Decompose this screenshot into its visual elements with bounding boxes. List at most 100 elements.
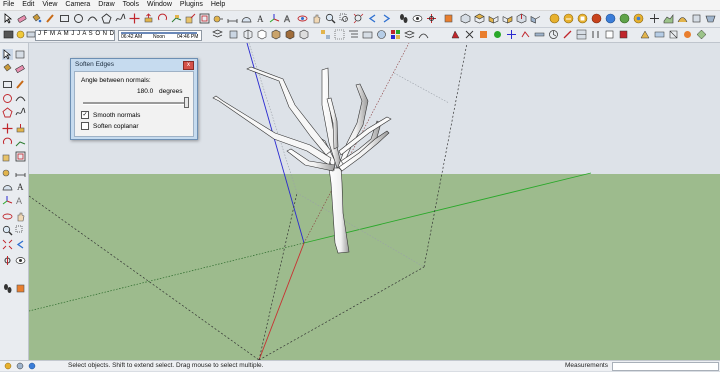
pan-2-icon[interactable] xyxy=(649,13,660,24)
shadow-time-slider[interactable]: 06:42 AM Noon 04:46 PM xyxy=(118,30,202,41)
rectangle-tool-icon[interactable] xyxy=(2,79,13,90)
plugin-2-icon[interactable] xyxy=(464,29,475,40)
smoove-icon[interactable] xyxy=(677,13,688,24)
help-icon[interactable] xyxy=(28,362,36,370)
rectangle-icon[interactable] xyxy=(59,13,70,24)
freehand-tool-icon[interactable] xyxy=(15,107,26,118)
push-pull-icon[interactable] xyxy=(143,13,154,24)
plugin-3-icon[interactable] xyxy=(478,29,489,40)
plugin-9-icon[interactable] xyxy=(562,29,573,40)
circle-icon[interactable] xyxy=(73,13,84,24)
push-pull-tool-icon[interactable] xyxy=(15,123,26,134)
plugin-14-icon[interactable] xyxy=(640,29,651,40)
group-icon[interactable] xyxy=(334,29,345,40)
freehand-icon[interactable] xyxy=(115,13,126,24)
zoom-window-tool-icon[interactable] xyxy=(15,225,26,236)
shaded-texture-icon[interactable] xyxy=(284,29,295,40)
angle-slider[interactable] xyxy=(83,102,187,105)
menu-help[interactable]: Help xyxy=(208,0,230,10)
scenes-icon[interactable] xyxy=(362,29,373,40)
wireframe-icon[interactable] xyxy=(242,29,253,40)
tape-tool-icon[interactable] xyxy=(2,167,13,178)
share-model-icon[interactable] xyxy=(563,13,574,24)
outliner-icon[interactable] xyxy=(348,29,359,40)
arc-icon[interactable] xyxy=(87,13,98,24)
dimension-tool-icon[interactable] xyxy=(15,167,26,178)
toggle-terrain-icon[interactable] xyxy=(619,13,630,24)
eraser-tool-icon[interactable] xyxy=(15,63,26,74)
dimension-icon[interactable] xyxy=(227,13,238,24)
scale-icon[interactable] xyxy=(185,13,196,24)
arc-tool-icon[interactable] xyxy=(15,93,26,104)
menu-file[interactable]: File xyxy=(0,0,19,10)
3d-text-tool-icon[interactable]: A xyxy=(15,195,26,206)
pencil-icon[interactable] xyxy=(45,13,56,24)
angle-slider-thumb[interactable] xyxy=(184,97,189,108)
plugin-17-icon[interactable] xyxy=(682,29,693,40)
polygon-tool-icon[interactable] xyxy=(2,107,13,118)
plugin-15-icon[interactable] xyxy=(654,29,665,40)
top-view-icon[interactable] xyxy=(474,13,485,24)
component-icon[interactable] xyxy=(320,29,331,40)
component-tool-icon[interactable] xyxy=(15,49,26,60)
plugin-18-icon[interactable] xyxy=(696,29,707,40)
pan-icon[interactable] xyxy=(311,13,322,24)
plugin-12-icon[interactable] xyxy=(604,29,615,40)
hidden-line-icon[interactable] xyxy=(256,29,267,40)
position-camera-tool-icon[interactable] xyxy=(2,255,13,266)
look-around-icon[interactable] xyxy=(412,13,423,24)
menu-camera[interactable]: Camera xyxy=(62,0,95,10)
axes-tool-icon[interactable] xyxy=(2,195,13,206)
warehouse-icon[interactable] xyxy=(549,13,560,24)
xray-icon[interactable] xyxy=(228,29,239,40)
protractor-icon[interactable] xyxy=(241,13,252,24)
left-view-icon[interactable] xyxy=(530,13,541,24)
smooth-normals-row[interactable]: ✓ Smooth normals xyxy=(81,111,140,119)
look-around-tool-icon[interactable] xyxy=(15,255,26,266)
plugin-13-icon[interactable] xyxy=(618,29,629,40)
plugin-1-icon[interactable] xyxy=(450,29,461,40)
plugin-5-icon[interactable] xyxy=(506,29,517,40)
follow-me-icon[interactable] xyxy=(171,13,182,24)
share-component-icon[interactable] xyxy=(577,13,588,24)
shadow-settings-icon[interactable] xyxy=(15,29,26,40)
geo-location-icon[interactable] xyxy=(4,362,12,370)
front-view-icon[interactable] xyxy=(488,13,499,24)
rotate-icon[interactable] xyxy=(157,13,168,24)
zoom-window-icon[interactable] xyxy=(339,13,350,24)
paint-bucket-icon[interactable] xyxy=(31,13,42,24)
line-tool-icon[interactable] xyxy=(15,79,26,90)
follow-me-tool-icon[interactable] xyxy=(15,137,26,148)
close-button[interactable]: x xyxy=(183,61,194,70)
soften-coplanar-checkbox[interactable] xyxy=(81,122,89,130)
stamp-icon[interactable] xyxy=(691,13,702,24)
section-plane-icon[interactable] xyxy=(443,13,454,24)
move-icon[interactable] xyxy=(129,13,140,24)
monochrome-icon[interactable] xyxy=(298,29,309,40)
menu-tools[interactable]: Tools xyxy=(120,0,144,10)
layer-dropdown-icon[interactable] xyxy=(212,29,223,40)
plugin-10-icon[interactable] xyxy=(576,29,587,40)
soften-edges-icon[interactable] xyxy=(418,29,429,40)
soften-coplanar-row[interactable]: Soften coplanar xyxy=(81,122,139,130)
select-icon[interactable] xyxy=(2,49,13,60)
text-icon[interactable]: A xyxy=(255,13,266,24)
text-tool-icon[interactable]: A xyxy=(15,181,26,192)
walk-tool-icon[interactable] xyxy=(2,283,13,294)
previous-tool-icon[interactable] xyxy=(15,239,26,250)
extension-warehouse-icon[interactable] xyxy=(591,13,602,24)
select-tool-icon[interactable] xyxy=(3,13,14,24)
next-view-icon[interactable] xyxy=(381,13,392,24)
circle-tool-icon[interactable] xyxy=(2,93,13,104)
walk-icon[interactable] xyxy=(398,13,409,24)
orbit-icon[interactable] xyxy=(297,13,308,24)
menu-draw[interactable]: Draw xyxy=(95,0,119,10)
3d-text-icon[interactable]: A xyxy=(283,13,294,24)
axes-icon[interactable] xyxy=(269,13,280,24)
scale-tool-icon[interactable] xyxy=(2,151,13,162)
drape-icon[interactable] xyxy=(705,13,716,24)
shaded-icon[interactable] xyxy=(270,29,281,40)
position-camera-icon[interactable] xyxy=(426,13,437,24)
zoom-extents-tool-icon[interactable] xyxy=(2,239,13,250)
paint-icon[interactable] xyxy=(2,63,13,74)
